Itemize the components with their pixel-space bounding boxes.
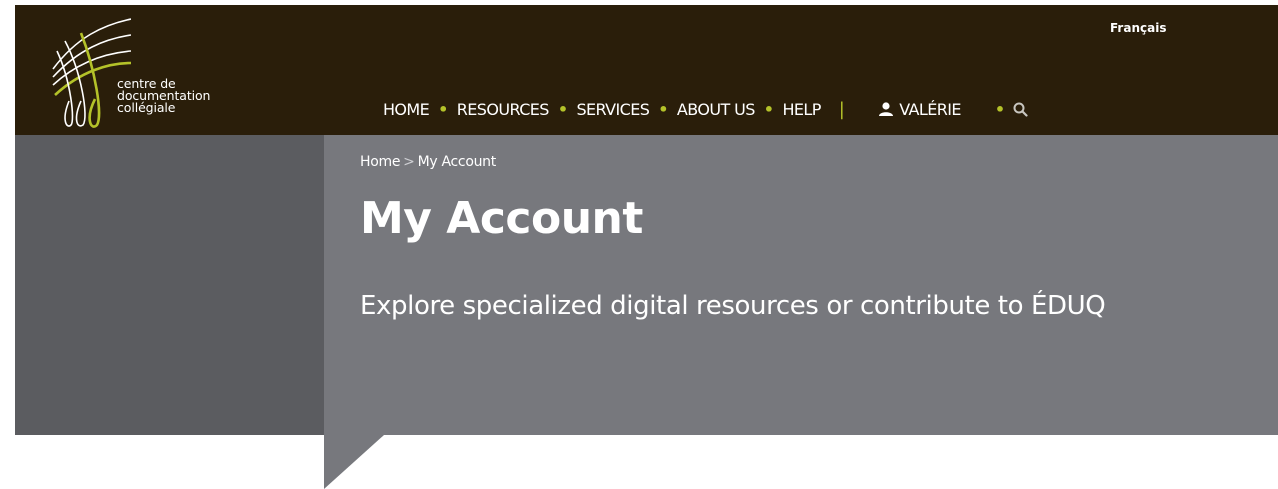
nav-separator-dot: • <box>994 99 1005 119</box>
logo-line-3: collégiale <box>117 100 176 115</box>
user-name: VALÉRIE <box>899 99 961 119</box>
nav-services[interactable]: SERVICES <box>576 100 649 119</box>
nav-about-us[interactable]: ABOUT US <box>677 100 755 119</box>
nav-resources[interactable]: RESOURCES <box>457 100 550 119</box>
hero-banner: Home > My Account My Account Explore speci… <box>324 135 1278 435</box>
page-subtitle: Explore specialized digital resources or… <box>360 291 1106 321</box>
nav-divider: | <box>838 98 845 120</box>
hero-side-panel <box>15 135 324 435</box>
breadcrumb: Home > My Account <box>360 154 496 170</box>
nav-home[interactable]: HOME <box>383 100 430 119</box>
breadcrumb-separator: > <box>403 154 415 170</box>
nav-separator-dot: • <box>658 99 668 119</box>
user-account-link[interactable]: VALÉRIE <box>878 100 961 119</box>
logo-wordmark: centre de documentation collégiale <box>117 77 210 115</box>
search-toggle-wrap: • <box>995 100 1028 119</box>
page-title: My Account <box>360 193 643 244</box>
person-icon <box>879 102 894 116</box>
breadcrumb-current: My Account <box>417 154 497 170</box>
breadcrumb-home-link[interactable]: Home <box>360 154 400 170</box>
nav-separator-dot: • <box>438 99 448 119</box>
nav-separator-dot: • <box>763 99 774 119</box>
hero-pointer-shape <box>324 435 384 489</box>
main-nav: HOME • RESOURCES • SERVICES • ABOUT US •… <box>383 98 1028 120</box>
site-logo[interactable]: centre de documentation collégiale <box>51 11 251 129</box>
site-header: centre de documentation collégiale Franç… <box>15 5 1278 135</box>
language-switch-link[interactable]: Français <box>1110 21 1166 35</box>
search-icon[interactable] <box>1013 102 1028 117</box>
nav-separator-dot: • <box>557 99 568 119</box>
nav-help[interactable]: HELP <box>782 100 821 119</box>
